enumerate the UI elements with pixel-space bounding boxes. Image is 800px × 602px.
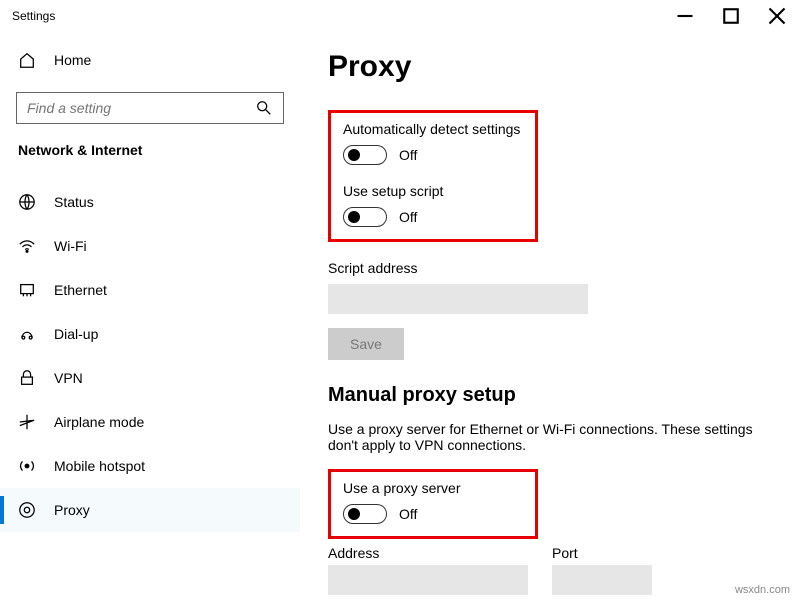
ethernet-icon <box>18 281 36 299</box>
sidebar-item-label: Status <box>54 194 94 210</box>
sidebar-item-airplane[interactable]: Airplane mode <box>0 400 300 444</box>
setup-script-state: Off <box>399 209 417 225</box>
highlight-auto-proxy: Automatically detect settings Off Use se… <box>328 110 538 242</box>
use-proxy-toggle[interactable] <box>343 504 387 524</box>
sidebar-item-label: Wi-Fi <box>54 238 87 254</box>
auto-detect-toggle[interactable] <box>343 145 387 165</box>
sidebar-item-label: Dial-up <box>54 326 98 342</box>
script-address-input[interactable] <box>328 284 588 314</box>
section-title: Network & Internet <box>0 142 300 172</box>
vpn-icon <box>18 369 36 387</box>
use-proxy-label: Use a proxy server <box>343 480 523 496</box>
airplane-icon <box>18 413 36 431</box>
minimize-button[interactable] <box>662 0 708 32</box>
sidebar: Home Network & Internet Status Wi-Fi Eth… <box>0 32 300 532</box>
sidebar-item-ethernet[interactable]: Ethernet <box>0 268 300 312</box>
setup-script-toggle[interactable] <box>343 207 387 227</box>
search-input[interactable] <box>27 100 255 116</box>
sidebar-item-status[interactable]: Status <box>0 180 300 224</box>
manual-desc: Use a proxy server for Ethernet or Wi-Fi… <box>328 421 768 453</box>
sidebar-item-wifi[interactable]: Wi-Fi <box>0 224 300 268</box>
sidebar-item-dialup[interactable]: Dial-up <box>0 312 300 356</box>
port-label: Port <box>552 545 652 561</box>
home-label: Home <box>54 52 91 68</box>
port-input[interactable] <box>552 565 652 595</box>
auto-detect-label: Automatically detect settings <box>343 121 523 137</box>
sidebar-item-label: VPN <box>54 370 83 386</box>
globe-icon <box>18 193 36 211</box>
setup-script-label: Use setup script <box>343 183 523 199</box>
dialup-icon <box>18 325 36 343</box>
main-content: Proxy Automatically detect settings Off … <box>300 32 800 602</box>
page-title: Proxy <box>328 50 772 84</box>
address-label: Address <box>328 545 528 561</box>
close-button[interactable] <box>754 0 800 32</box>
search-icon <box>255 99 273 117</box>
wifi-icon <box>18 237 36 255</box>
home-button[interactable]: Home <box>0 40 300 80</box>
sidebar-item-label: Ethernet <box>54 282 107 298</box>
sidebar-item-proxy[interactable]: Proxy <box>0 488 300 532</box>
watermark: wsxdn.com <box>735 584 790 596</box>
sidebar-item-vpn[interactable]: VPN <box>0 356 300 400</box>
address-input[interactable] <box>328 565 528 595</box>
sidebar-item-hotspot[interactable]: Mobile hotspot <box>0 444 300 488</box>
hotspot-icon <box>18 457 36 475</box>
sidebar-item-label: Mobile hotspot <box>54 458 145 474</box>
search-input-wrap[interactable] <box>16 92 284 124</box>
manual-heading: Manual proxy setup <box>328 384 772 407</box>
titlebar: Settings <box>0 0 800 32</box>
sidebar-item-label: Airplane mode <box>54 414 144 430</box>
window-title: Settings <box>12 9 55 23</box>
proxy-icon <box>18 501 36 519</box>
sidebar-item-label: Proxy <box>54 502 90 518</box>
home-icon <box>18 51 36 69</box>
auto-detect-state: Off <box>399 147 417 163</box>
maximize-button[interactable] <box>708 0 754 32</box>
use-proxy-state: Off <box>399 506 417 522</box>
highlight-use-proxy: Use a proxy server Off <box>328 469 538 539</box>
save-button[interactable]: Save <box>328 328 404 360</box>
script-address-label: Script address <box>328 260 772 276</box>
